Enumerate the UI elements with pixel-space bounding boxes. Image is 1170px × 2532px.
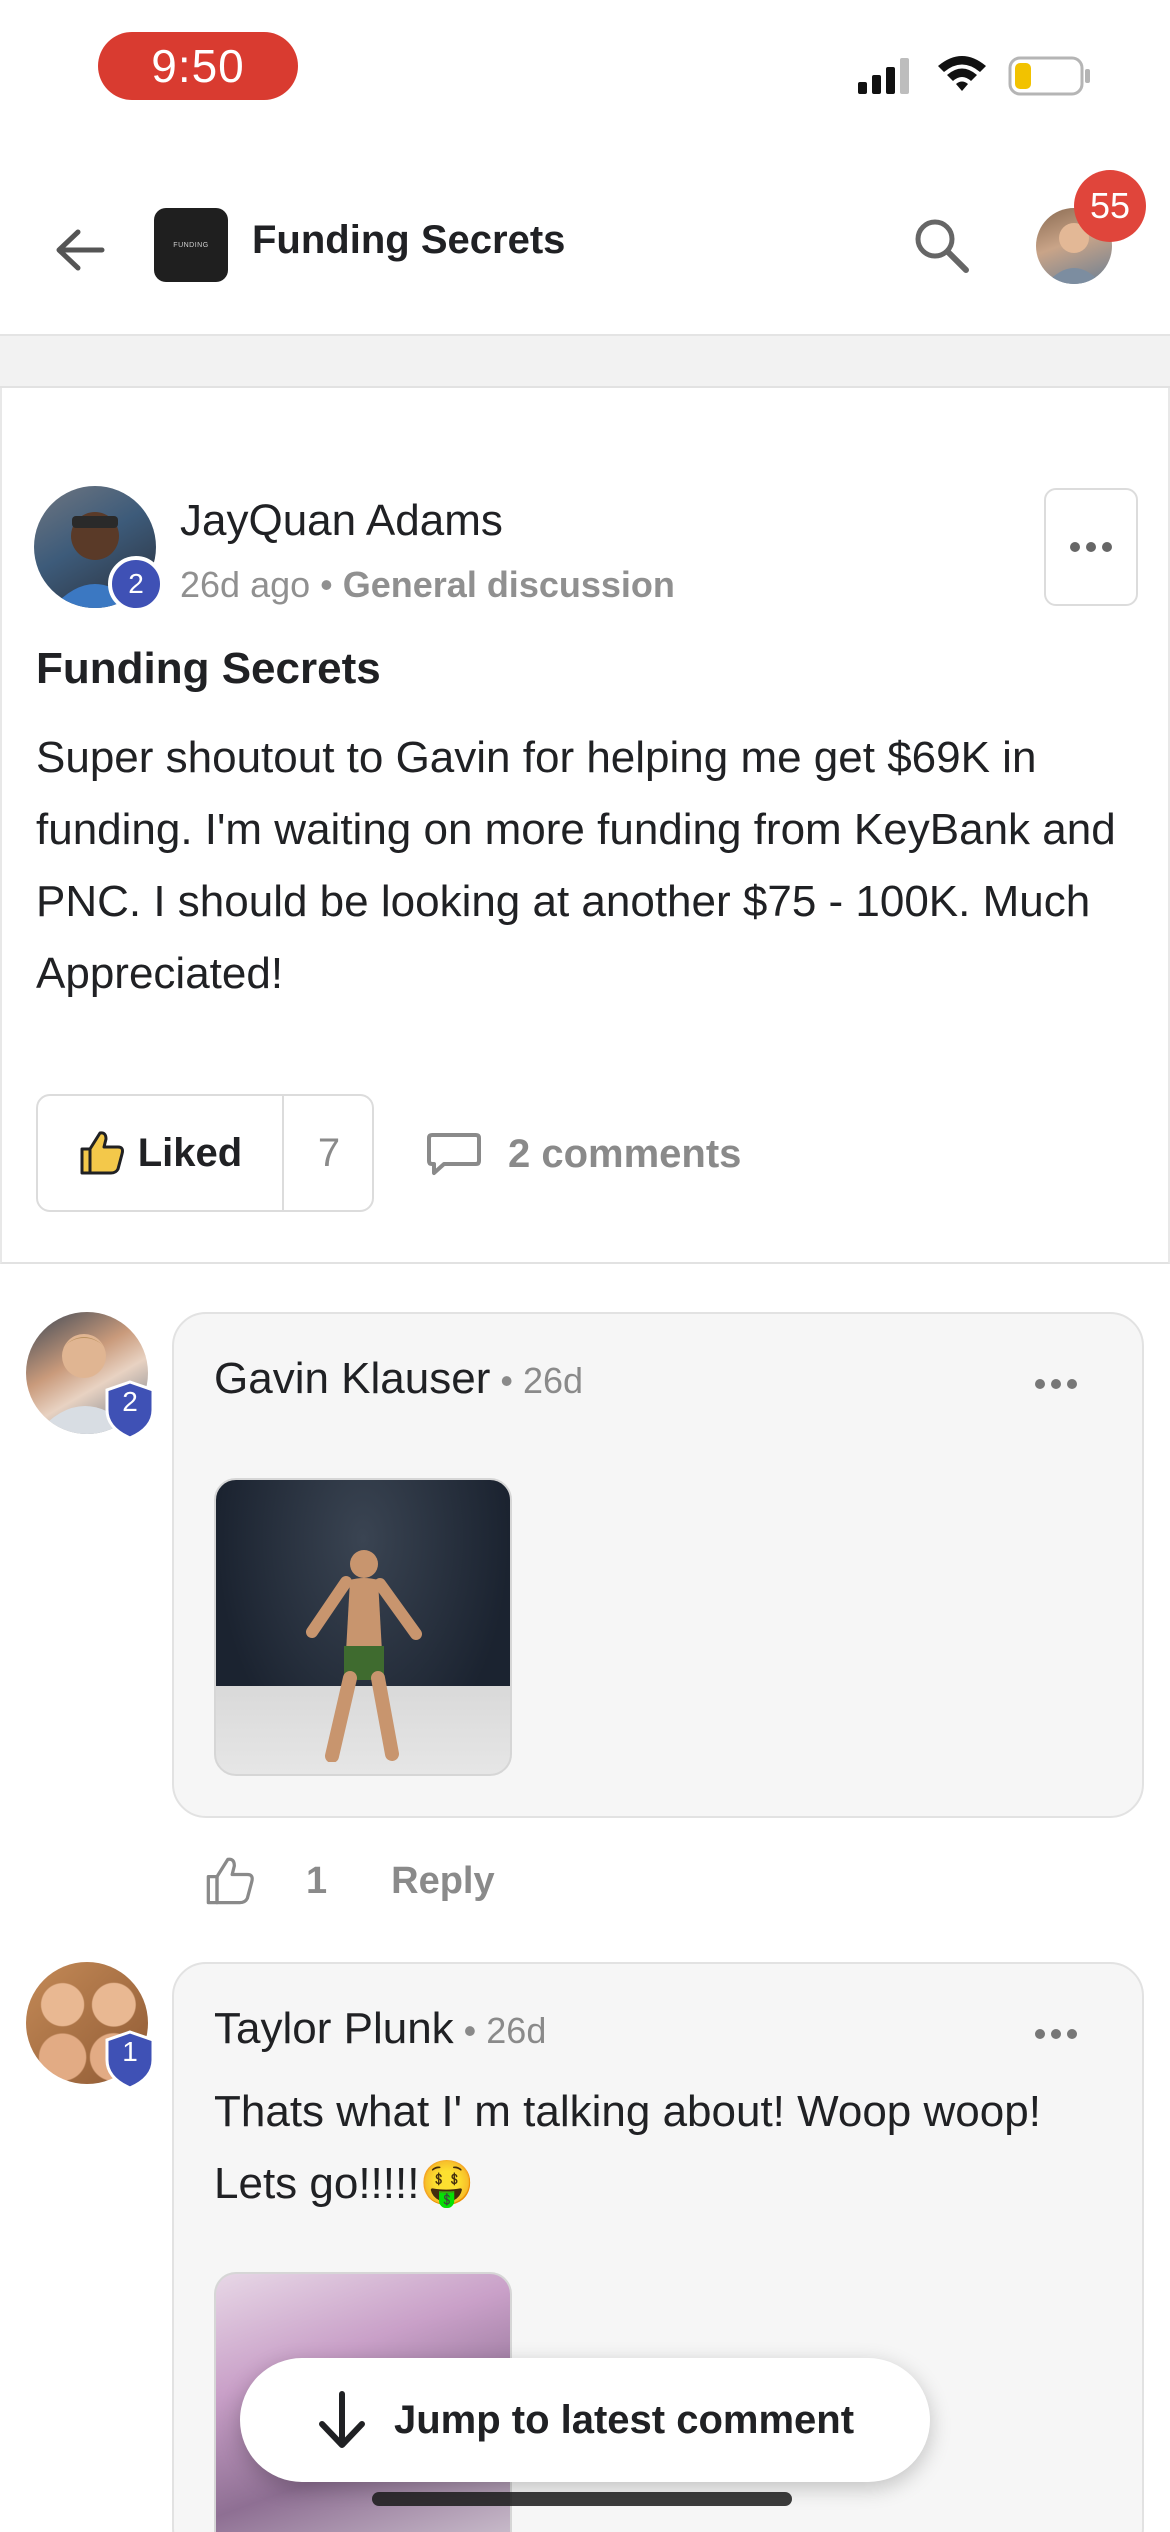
- feed-separator: [0, 336, 1170, 388]
- comment-age: • 26d: [490, 1360, 584, 1401]
- cellular-signal-icon: [858, 58, 909, 94]
- post-title: Funding Secrets: [36, 644, 381, 693]
- status-time: 9:50: [98, 32, 298, 100]
- comment-text: Thats what I' m talking about! Woop woop…: [214, 2087, 1041, 2208]
- post-more-button[interactable]: [1044, 488, 1138, 606]
- home-indicator[interactable]: [372, 2492, 792, 2506]
- ellipsis-icon: [1035, 2029, 1077, 2039]
- post-meta: 26d ago • General discussion: [180, 564, 675, 606]
- comment-author-name[interactable]: Gavin Klauser: [214, 1354, 490, 1403]
- post-body: Super shoutout to Gavin for helping me g…: [36, 733, 1116, 998]
- comment-age: • 26d: [453, 2010, 547, 2051]
- post-card: 2 JayQuan Adams 26d ago • General discus…: [0, 388, 1170, 1264]
- comment-more-button[interactable]: [1026, 2016, 1086, 2052]
- ellipsis-icon: [1070, 542, 1112, 552]
- post-author-name[interactable]: JayQuan Adams: [180, 496, 503, 546]
- like-count[interactable]: 7: [284, 1096, 374, 1210]
- arrow-left-icon: [56, 229, 105, 271]
- search-button[interactable]: [906, 210, 976, 280]
- like-label: Liked: [137, 1130, 243, 1175]
- like-control: Liked 7: [36, 1094, 374, 1212]
- comment-like-count[interactable]: 1: [306, 1860, 327, 1903]
- comment-gif[interactable]: [214, 1478, 512, 1776]
- group-logo[interactable]: FUNDING: [154, 208, 228, 282]
- arrow-down-icon: [318, 2391, 365, 2448]
- app-header: FUNDING Funding Secrets: [0, 180, 1170, 336]
- comment-header: Gavin Klauser • 26d: [214, 1354, 583, 1404]
- comment-reply-button[interactable]: Reply: [391, 1860, 494, 1903]
- comment-icon: [427, 1133, 481, 1175]
- search-icon: [915, 219, 969, 273]
- status-bar: 9:50: [0, 0, 1170, 140]
- back-button[interactable]: [48, 218, 112, 282]
- jump-label: Jump to latest comment: [393, 2397, 855, 2442]
- jump-to-latest-button[interactable]: Jump to latest comment: [240, 2358, 930, 2482]
- like-button[interactable]: Liked: [38, 1096, 282, 1210]
- comment-author-name[interactable]: Taylor Plunk: [214, 2004, 454, 2053]
- comment-actions: 1 Reply: [204, 1846, 495, 1916]
- fighter-figure: [306, 1550, 422, 1762]
- comment-level-badge: 1: [104, 2030, 156, 2090]
- comment-header: Taylor Plunk • 26d: [214, 2004, 546, 2054]
- notification-badge[interactable]: 55: [1074, 170, 1146, 242]
- comment-level: 1: [122, 2036, 138, 2067]
- post-age: 26d ago: [180, 564, 311, 605]
- comment-like-button[interactable]: [204, 1852, 262, 1910]
- comments-count-label: 2 comments: [508, 1131, 742, 1176]
- thumbs-up-icon: [206, 1857, 254, 1905]
- meta-separator: •: [310, 564, 343, 605]
- comment-level: 2: [122, 1386, 138, 1417]
- comment-level-badge: 2: [104, 1380, 156, 1440]
- thumbs-up-icon: [80, 1131, 124, 1175]
- wifi-icon: [938, 56, 986, 91]
- author-level-badge: 2: [108, 556, 164, 612]
- comment-bubble: Gavin Klauser • 26d: [172, 1312, 1144, 1818]
- battery-icon: [1008, 56, 1090, 96]
- comment-more-button[interactable]: [1026, 1366, 1086, 1402]
- post-category[interactable]: General discussion: [343, 564, 675, 605]
- group-title[interactable]: Funding Secrets: [252, 218, 565, 263]
- comments-link[interactable]: 2 comments: [426, 1106, 741, 1202]
- group-logo-text: FUNDING: [173, 241, 209, 249]
- ellipsis-icon: [1035, 1379, 1077, 1389]
